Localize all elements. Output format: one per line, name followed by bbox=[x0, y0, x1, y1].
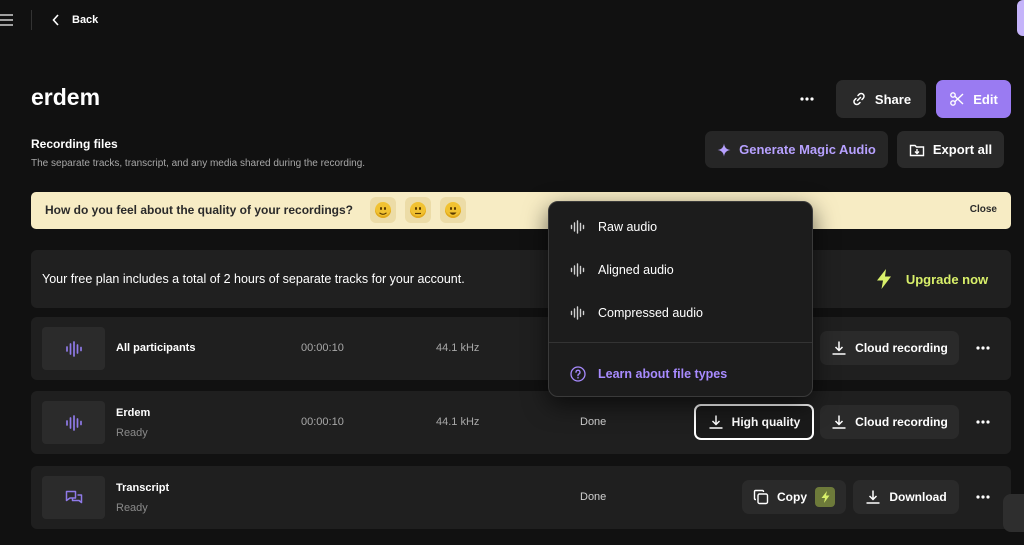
row-more-options-button[interactable] bbox=[972, 487, 994, 507]
upgrade-now-button[interactable]: Upgrade now bbox=[867, 265, 997, 293]
upgrade-label: Upgrade now bbox=[905, 271, 989, 287]
export-all-label: Export all bbox=[932, 142, 993, 157]
page-title: erdem bbox=[31, 84, 101, 110]
learn-about-file-types-link[interactable]: Learn about file types bbox=[549, 354, 812, 394]
neutral-face-button[interactable] bbox=[405, 197, 431, 223]
slightly-smiling-face-icon bbox=[375, 202, 391, 218]
cloud-recording-label: Cloud recording bbox=[855, 341, 948, 355]
premium-lightning-icon bbox=[815, 487, 835, 507]
hamburger-menu-icon[interactable] bbox=[0, 12, 14, 28]
row-more-options-button[interactable] bbox=[972, 412, 994, 432]
grinning-face-button[interactable] bbox=[440, 197, 466, 223]
cloud-recording-button[interactable]: Cloud recording bbox=[820, 405, 959, 439]
track-status: Done bbox=[580, 416, 607, 428]
back-button[interactable]: Back bbox=[52, 12, 98, 28]
more-horizontal-icon bbox=[976, 495, 990, 499]
track-duration: 00:00:10 bbox=[301, 342, 344, 354]
track-status-sub: Ready bbox=[116, 502, 148, 514]
waveform-icon bbox=[42, 401, 105, 444]
profile-corner-button[interactable] bbox=[1017, 0, 1024, 36]
export-all-button[interactable]: Export all bbox=[897, 131, 1004, 168]
sparkle-icon bbox=[717, 143, 731, 157]
waveform-icon bbox=[570, 306, 586, 320]
cloud-recording-button[interactable]: Cloud recording bbox=[820, 331, 959, 365]
share-label: Share bbox=[874, 91, 912, 107]
more-horizontal-icon bbox=[800, 97, 814, 101]
waveform-icon bbox=[570, 263, 586, 277]
download-label: Download bbox=[889, 490, 947, 504]
track-name: Transcript bbox=[116, 482, 170, 494]
menu-divider bbox=[549, 342, 812, 343]
download-icon bbox=[831, 340, 847, 356]
menu-item-label: Raw audio bbox=[598, 220, 658, 234]
track-sample-rate: 44.1 kHz bbox=[436, 342, 480, 354]
edit-label: Edit bbox=[973, 91, 998, 107]
slightly-smiling-face-button[interactable] bbox=[370, 197, 396, 223]
chat-bubbles-icon bbox=[42, 476, 105, 519]
track-name: All participants bbox=[116, 342, 196, 354]
track-row-erdem: Erdem Ready 00:00:10 44.1 kHz Done High … bbox=[31, 391, 1011, 454]
section-title: Recording files bbox=[31, 137, 118, 151]
download-icon bbox=[865, 489, 881, 505]
track-row-transcript: Transcript Ready Done Copy Download bbox=[31, 466, 1011, 529]
menu-item-raw-audio[interactable]: Raw audio bbox=[549, 207, 812, 247]
banner-close-button[interactable]: Close bbox=[970, 204, 997, 215]
track-duration: 00:00:10 bbox=[301, 416, 344, 428]
track-row-all-participants: All participants 00:00:10 44.1 kHz Cloud… bbox=[31, 317, 1011, 380]
generate-magic-audio-button[interactable]: Generate Magic Audio bbox=[705, 131, 888, 168]
edit-button[interactable]: Edit bbox=[936, 80, 1011, 118]
share-button[interactable]: Share bbox=[836, 80, 926, 118]
track-name: Erdem bbox=[116, 407, 151, 419]
back-label: Back bbox=[72, 14, 99, 26]
copy-label: Copy bbox=[777, 490, 807, 504]
magic-audio-label: Generate Magic Audio bbox=[739, 142, 876, 157]
neutral-face-icon bbox=[410, 202, 426, 218]
menu-item-compressed-audio[interactable]: Compressed audio bbox=[549, 293, 812, 333]
chat-help-button[interactable] bbox=[1003, 494, 1024, 532]
download-options-menu: Raw audio Aligned audio Compressed audio… bbox=[548, 201, 813, 397]
cloud-recording-label: Cloud recording bbox=[855, 415, 948, 429]
plan-notice: Your free plan includes a total of 2 hou… bbox=[31, 250, 1011, 308]
download-icon bbox=[831, 414, 847, 430]
waveform-icon bbox=[42, 327, 105, 370]
scissors-icon bbox=[949, 91, 965, 107]
section-subtitle: The separate tracks, transcript, and any… bbox=[31, 158, 366, 169]
download-icon bbox=[708, 414, 724, 430]
menu-item-aligned-audio[interactable]: Aligned audio bbox=[549, 250, 812, 290]
menu-item-label: Aligned audio bbox=[598, 263, 674, 277]
more-options-button[interactable] bbox=[796, 88, 818, 110]
lightning-icon bbox=[876, 269, 892, 289]
copy-transcript-button[interactable]: Copy bbox=[742, 480, 846, 514]
download-transcript-button[interactable]: Download bbox=[853, 480, 959, 514]
copy-icon bbox=[753, 489, 769, 505]
chevron-left-icon bbox=[52, 14, 60, 26]
waveform-icon bbox=[570, 220, 586, 234]
help-circle-icon bbox=[570, 366, 586, 382]
folder-download-icon bbox=[909, 142, 925, 158]
high-quality-download-button[interactable]: High quality bbox=[694, 404, 814, 440]
grinning-face-icon bbox=[445, 202, 461, 218]
track-sample-rate: 44.1 kHz bbox=[436, 416, 480, 428]
track-status-sub: Ready bbox=[116, 427, 148, 439]
menu-item-label: Compressed audio bbox=[598, 306, 703, 320]
more-horizontal-icon bbox=[976, 420, 990, 424]
feedback-question: How do you feel about the quality of you… bbox=[45, 203, 354, 217]
plan-notice-text: Your free plan includes a total of 2 hou… bbox=[42, 272, 465, 286]
track-status: Done bbox=[580, 491, 607, 503]
more-horizontal-icon bbox=[976, 346, 990, 350]
divider bbox=[31, 10, 32, 30]
learn-link-label: Learn about file types bbox=[598, 367, 728, 381]
row-more-options-button[interactable] bbox=[972, 338, 994, 358]
high-quality-label: High quality bbox=[731, 415, 801, 429]
link-icon bbox=[851, 91, 867, 107]
feedback-banner: How do you feel about the quality of you… bbox=[31, 192, 1011, 229]
